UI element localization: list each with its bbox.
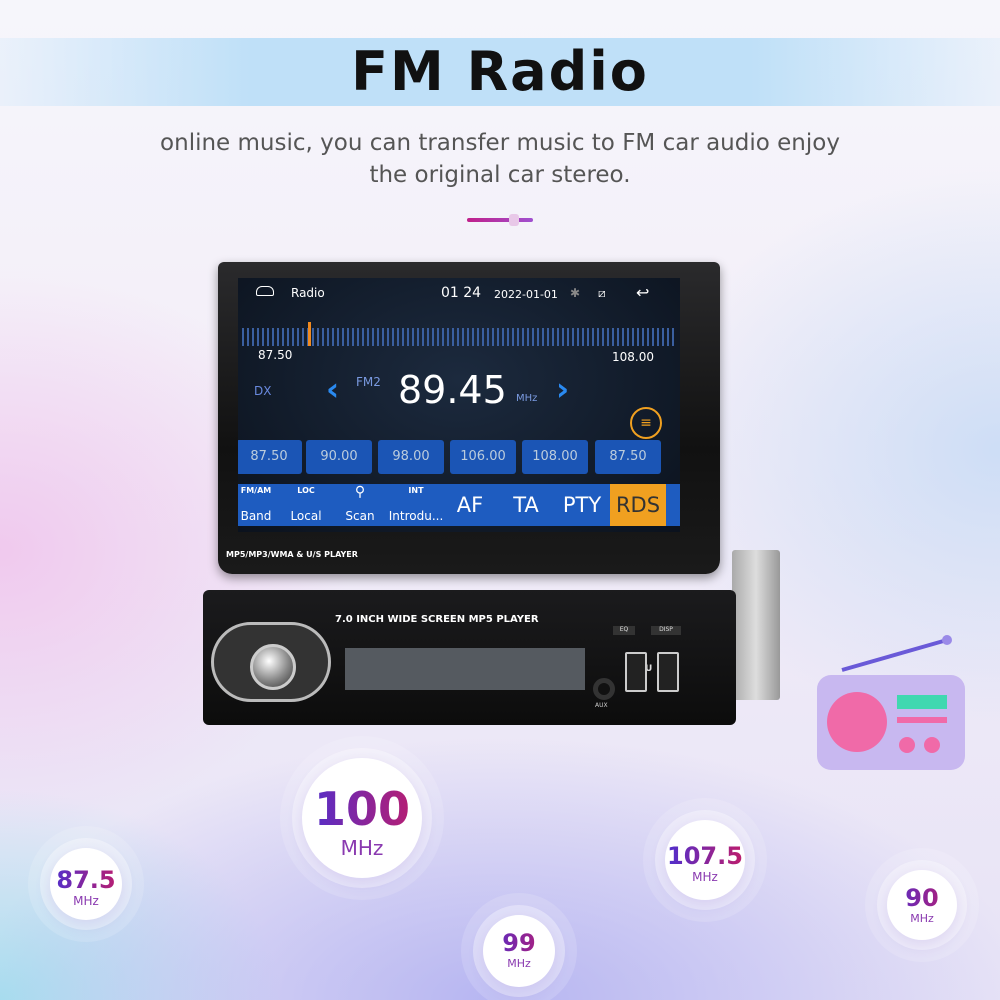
- loc-icon: LOC: [297, 486, 315, 495]
- front-label: 7.0 INCH WIDE SCREEN MP5 PLAYER: [335, 614, 539, 625]
- subtitle-line-2: the original car stereo.: [369, 162, 631, 188]
- rds-label: RDS: [615, 493, 661, 517]
- app-title: Radio: [291, 286, 325, 300]
- frequency-unit: MHz: [73, 894, 99, 908]
- frequency: 89.45: [398, 368, 507, 412]
- metal-cage: [732, 550, 780, 700]
- band-label: Band: [240, 509, 272, 523]
- ta-button[interactable]: TA: [506, 484, 546, 526]
- fm-am-icon: FM/AM: [240, 486, 272, 495]
- scan-label: Scan: [345, 509, 375, 523]
- band-button[interactable]: FM/AM Band: [238, 484, 274, 526]
- preset-button[interactable]: 90.00: [306, 440, 372, 474]
- eq-button[interactable]: EQ: [613, 626, 635, 635]
- volume-knob[interactable]: [250, 644, 296, 690]
- local-label: Local: [290, 509, 322, 523]
- tuner-needle[interactable]: [308, 322, 311, 346]
- unit-label: MHz: [516, 393, 538, 404]
- scan-button[interactable]: ⚲ Scan: [342, 484, 378, 526]
- frequency-unit: MHz: [507, 957, 531, 970]
- radio-illustration-icon: [817, 635, 965, 770]
- back-icon[interactable]: ↩: [636, 283, 649, 302]
- lcd-display: [345, 648, 585, 690]
- preset-button[interactable]: 98.00: [378, 440, 444, 474]
- date: 2022-01-01: [494, 288, 558, 301]
- search-icon: ⚲: [354, 484, 366, 500]
- frequency-value: 100: [302, 782, 422, 836]
- mute-icon[interactable]: ⧄: [598, 286, 606, 301]
- frequency-value: 87.5: [50, 866, 122, 894]
- frequency-unit: MHz: [340, 836, 384, 860]
- preset-button[interactable]: 87.50: [238, 440, 302, 474]
- divider: [467, 214, 533, 226]
- frequency-unit: MHz: [910, 912, 934, 925]
- preset-button[interactable]: 106.00: [450, 440, 516, 474]
- usb-port[interactable]: [625, 652, 647, 692]
- rds-button[interactable]: RDS: [610, 484, 666, 526]
- frequency-value: 90: [887, 884, 957, 912]
- frequency-badge: 107.5 MHz: [665, 820, 745, 900]
- aux-jack[interactable]: [593, 678, 615, 700]
- frequency-badge: 99 MHz: [483, 915, 555, 987]
- prev-chevron-icon[interactable]: ‹: [326, 370, 339, 408]
- scale-min: 87.50: [258, 348, 293, 362]
- usb-port[interactable]: [657, 652, 679, 692]
- frequency-value: 107.5: [665, 842, 745, 870]
- next-chevron-icon[interactable]: ›: [556, 370, 569, 408]
- home-icon[interactable]: [256, 286, 274, 296]
- pty-label: PTY: [562, 493, 602, 517]
- function-bar: FM/AM Band LOC Local ⚲ Scan INT Introdu... A…: [238, 484, 680, 526]
- frequency-unit: MHz: [692, 870, 718, 884]
- ta-label: TA: [513, 493, 539, 517]
- page-title: FM Radio: [351, 40, 649, 103]
- scale-max: 108.00: [612, 350, 654, 364]
- frequency-badge: 90 MHz: [887, 870, 957, 940]
- local-button[interactable]: LOC Local: [286, 484, 326, 526]
- intro-button[interactable]: INT Introdu...: [386, 484, 446, 526]
- band-label: FM2: [356, 375, 381, 389]
- disp-button[interactable]: DISP: [651, 626, 681, 635]
- frequency-badge: 100 MHz: [302, 758, 422, 878]
- radio-screen: Radio 01 24 2022-01-01 ✱ ⧄ ↩ 87.50 108.0…: [238, 278, 680, 532]
- intro-label: Introdu...: [388, 509, 444, 523]
- aux-label: AUX: [595, 702, 608, 709]
- clock: 01 24: [441, 285, 482, 301]
- dx-label[interactable]: DX: [254, 384, 271, 398]
- pty-button[interactable]: PTY: [558, 484, 606, 526]
- bezel-label: MP5/MP3/WMA & U/S PLAYER: [226, 550, 358, 559]
- subtitle-line-1: online music, you can transfer music to …: [160, 130, 840, 156]
- frequency-value: 99: [483, 929, 555, 957]
- preset-button[interactable]: 108.00: [522, 440, 588, 474]
- frequency-badge: 87.5 MHz: [50, 848, 122, 920]
- int-icon: INT: [408, 486, 424, 495]
- af-button[interactable]: AF: [450, 484, 490, 526]
- af-label: AF: [456, 493, 484, 517]
- equalizer-icon[interactable]: ≡: [630, 407, 662, 439]
- preset-button[interactable]: 87.50: [595, 440, 661, 474]
- bluetooth-icon: ✱: [570, 286, 581, 300]
